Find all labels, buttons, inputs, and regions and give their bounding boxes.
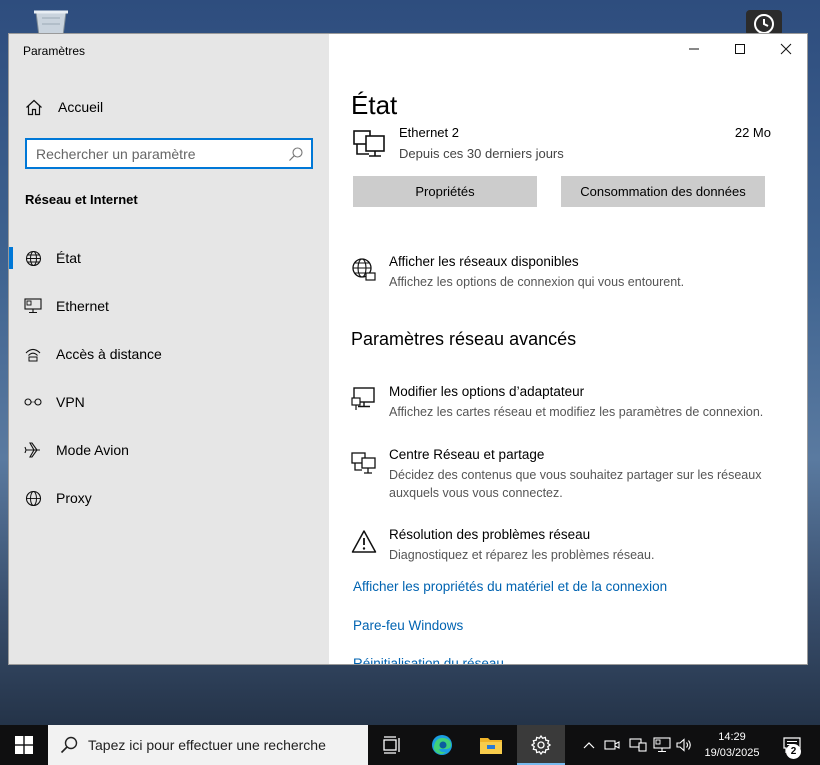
minimize-button[interactable]	[671, 34, 717, 64]
adapter-options[interactable]: Modifier les options d’adaptateur Affich…	[351, 384, 791, 424]
main-pane: État Ethernet 2 Depuis ces 30 derniers j…	[329, 34, 807, 664]
ethernet-computer-icon	[353, 130, 385, 157]
clock-date: 19/03/2025	[704, 747, 760, 759]
close-button[interactable]	[763, 34, 807, 64]
maximize-icon	[735, 44, 745, 54]
start-button[interactable]	[0, 725, 48, 765]
chevron-up-icon	[583, 742, 595, 749]
sidebar-item-label: Mode Avion	[56, 442, 129, 458]
ethernet-data-usage: 22 Mo	[734, 125, 771, 140]
globe-network-icon	[352, 258, 376, 281]
sidebar-item-etat[interactable]: État	[9, 234, 329, 282]
show-networks-desc: Affichez les options de connexion qui vo…	[389, 275, 685, 289]
sidebar-item-label: Accès à distance	[56, 346, 162, 362]
adapter-monitor-icon	[351, 387, 375, 410]
tray-volume-button[interactable]	[675, 725, 695, 765]
network-sharing-icon	[351, 452, 376, 474]
properties-button[interactable]: Propriétés	[353, 176, 537, 207]
page-title: État	[351, 90, 398, 120]
camera-icon	[604, 740, 620, 750]
sidebar-item-label: Proxy	[56, 490, 92, 506]
network-reset-link[interactable]: Réinitialisation du réseau	[353, 656, 504, 664]
warning-icon	[351, 530, 377, 553]
search-icon[interactable]	[288, 146, 304, 162]
data-usage-button[interactable]: Consommation des données	[561, 176, 765, 207]
sidebar: Paramètres Accueil Réseau et Internet Ét…	[9, 34, 329, 664]
settings-search-input[interactable]	[36, 143, 276, 164]
notification-count-badge: 2	[786, 744, 801, 759]
network-sharing-center[interactable]: Centre Réseau et partage Décidez des con…	[351, 447, 791, 503]
network-troubleshooter[interactable]: Résolution des problèmes réseau Diagnost…	[351, 527, 791, 567]
window-controls	[671, 34, 807, 64]
sharing-title: Centre Réseau et partage	[389, 447, 545, 462]
recycle-bin-icon[interactable]	[30, 8, 72, 36]
sidebar-item-label: État	[56, 250, 81, 266]
minimize-icon	[689, 48, 699, 50]
folder-icon	[480, 738, 502, 754]
advanced-heading: Paramètres réseau avancés	[351, 329, 577, 349]
volume-icon	[676, 738, 691, 752]
taskbar-search[interactable]: Tapez ici pour effectuer une recherche	[48, 725, 368, 765]
ethernet-status: Ethernet 2 Depuis ces 30 derniers jours …	[351, 125, 771, 166]
vpn-icon	[23, 393, 43, 411]
dialup-icon	[23, 345, 43, 363]
close-icon	[780, 43, 792, 55]
task-view-icon	[383, 736, 400, 754]
taskbar-clock[interactable]: 14:29 19/03/2025	[698, 729, 766, 761]
network-icon	[653, 737, 671, 753]
taskbar: Tapez ici pour effectuer une recherche 1…	[0, 725, 820, 765]
adapter-title: Modifier les options d’adaptateur	[389, 384, 585, 399]
search-icon	[60, 736, 78, 754]
show-networks-option[interactable]: Afficher les réseaux disponibles Affiche…	[351, 254, 791, 294]
sidebar-item-mode-avion[interactable]: Mode Avion	[9, 426, 329, 474]
edge-browser-icon	[432, 735, 452, 755]
troubleshoot-desc: Diagnostiquez et réparez les problèmes r…	[389, 548, 655, 562]
tray-network-button[interactable]	[652, 725, 672, 765]
clock-time: 14:29	[718, 731, 746, 743]
sidebar-item-label: Ethernet	[56, 298, 109, 314]
show-networks-title: Afficher les réseaux disponibles	[389, 254, 579, 269]
maximize-button[interactable]	[717, 34, 763, 64]
file-explorer-button[interactable]	[467, 725, 515, 765]
category-heading: Réseau et Internet	[25, 192, 138, 207]
settings-app-button[interactable]	[517, 725, 565, 765]
sidebar-item-vpn[interactable]: VPN	[9, 378, 329, 426]
ethernet-period: Depuis ces 30 derniers jours	[399, 146, 564, 161]
sidebar-item-ethernet[interactable]: Ethernet	[9, 282, 329, 330]
home-icon	[23, 97, 45, 117]
settings-window: Paramètres Accueil Réseau et Internet Ét…	[8, 33, 808, 665]
windows-logo-icon	[15, 736, 33, 754]
task-view-button[interactable]	[368, 725, 416, 765]
gear-icon	[531, 735, 551, 755]
globe-icon	[23, 489, 43, 507]
hardware-properties-link[interactable]: Afficher les propriétés du matériel et d…	[353, 579, 667, 594]
sidebar-item-acces-distance[interactable]: Accès à distance	[9, 330, 329, 378]
airplane-icon	[23, 441, 43, 459]
globe-icon	[23, 249, 43, 267]
sharing-desc: Décidez des contenus que vous souhaitez …	[389, 468, 762, 500]
settings-search-box[interactable]	[25, 138, 313, 169]
sidebar-item-label: VPN	[56, 394, 85, 410]
home-button[interactable]: Accueil	[23, 97, 103, 117]
edge-app-button[interactable]	[418, 725, 466, 765]
adapter-desc: Affichez les cartes réseau et modifiez l…	[389, 405, 764, 419]
show-hidden-icons-button[interactable]	[580, 725, 598, 765]
app-title: Paramètres	[23, 44, 86, 58]
taskbar-search-placeholder: Tapez ici pour effectuer une recherche	[88, 737, 326, 753]
sidebar-item-proxy[interactable]: Proxy	[9, 474, 329, 522]
tray-device-icon-button[interactable]	[626, 725, 650, 765]
devices-icon	[629, 738, 647, 752]
monitor-network-icon	[23, 297, 43, 315]
troubleshoot-title: Résolution des problèmes réseau	[389, 527, 591, 542]
tray-camera-icon-button[interactable]	[602, 725, 622, 765]
ethernet-name: Ethernet 2	[399, 125, 459, 140]
windows-firewall-link[interactable]: Pare-feu Windows	[353, 618, 463, 633]
home-label: Accueil	[58, 99, 104, 115]
sidebar-nav: État Ethernet Accès à distance VPN Mode …	[9, 234, 329, 522]
